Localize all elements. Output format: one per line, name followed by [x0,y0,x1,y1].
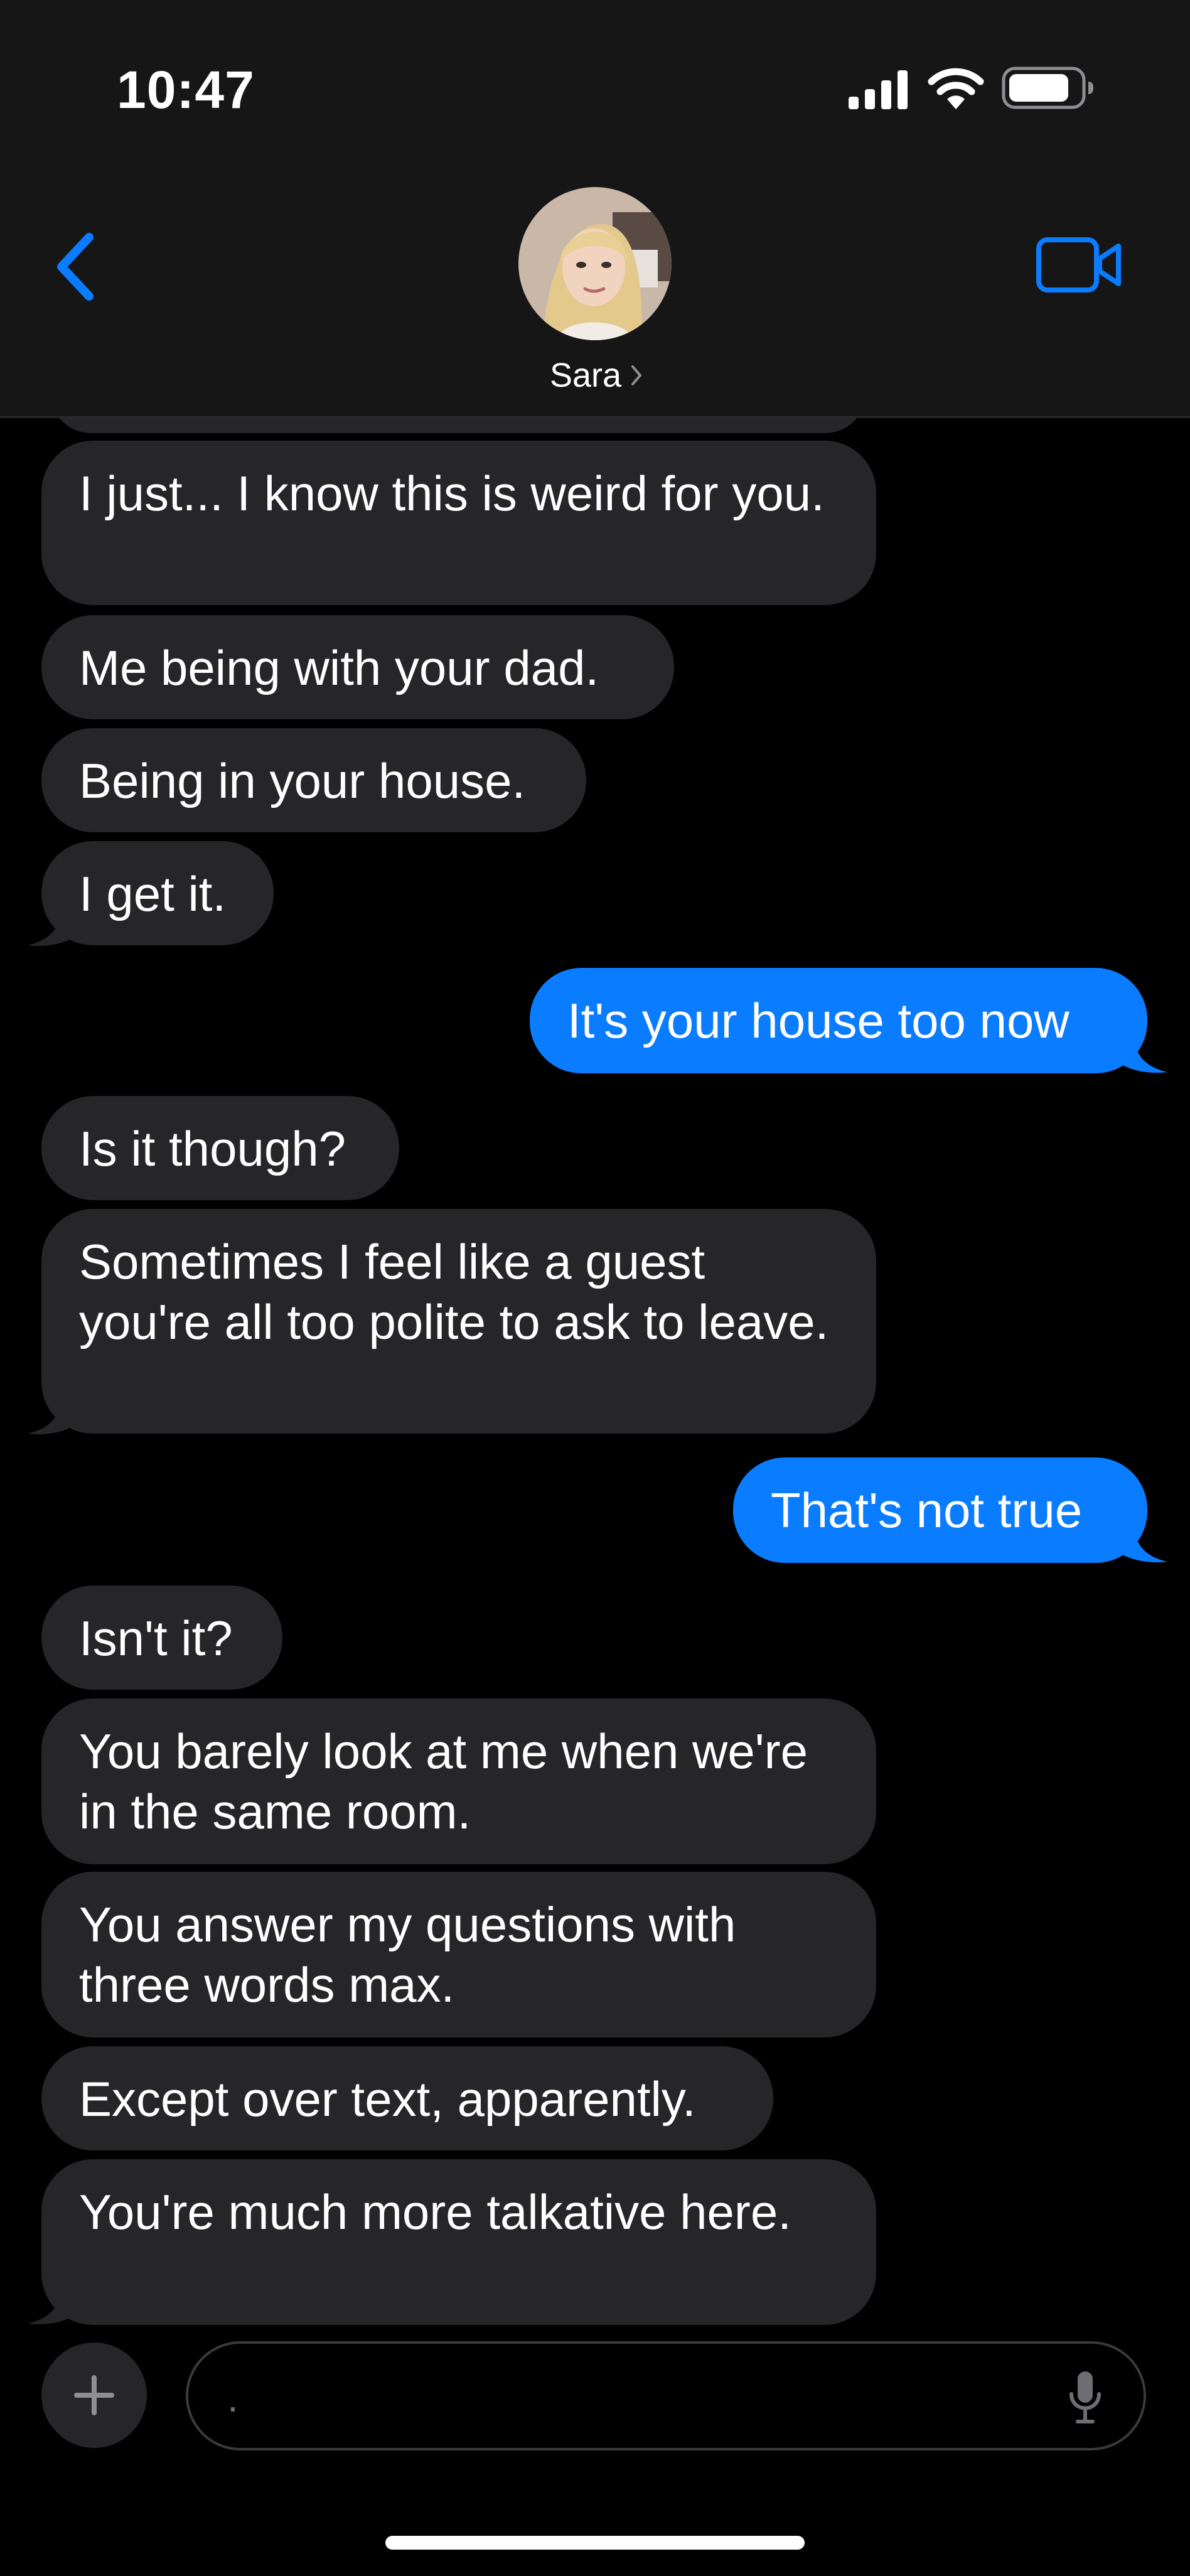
message-input-field[interactable] [186,2341,1146,2450]
microphone-icon [1069,2371,1101,2423]
wifi-icon [928,68,984,109]
message-bubble-incoming[interactable]: You barely look at me when we're in the … [41,1699,876,1864]
message-text: Isn't it? [79,1611,233,1666]
dictation-button[interactable] [1051,2363,1120,2432]
message-text: Is it though? [79,1121,346,1176]
message-text: I just... I know this is weird for you. [79,466,825,521]
contact-name-button[interactable]: Sara [502,352,690,399]
message-text: Me being with your dad. [79,640,599,695]
message-bubble-incoming[interactable]: You're much more talkative here. [41,2159,876,2325]
bubble-tail [28,2282,79,2325]
back-button[interactable] [41,226,110,308]
message-bubble-outgoing[interactable]: It's your house too now [530,968,1147,1073]
message-bubble-incoming[interactable]: Being in your house. [41,728,586,832]
message-text: You're much more talkative here. [79,2184,791,2240]
bubble-tail [1116,1031,1167,1073]
message-bubble-incoming[interactable]: I just... I know this is weird for you. [41,441,876,605]
bubble-tail [28,1392,79,1435]
plus-icon [74,2375,114,2415]
conversation-header: 10:47 Sara [0,0,1190,418]
message-bubble-incoming[interactable]: Sometimes I feel like a guest you're all… [41,1209,876,1434]
video-camera-icon [1036,237,1121,292]
message-bubble-incoming[interactable]: You answer my questions with three words… [41,1872,876,2037]
message-text: That's not true [771,1483,1083,1538]
status-time: 10:47 [117,60,255,119]
video-call-button[interactable] [1029,227,1130,303]
message-bubble-incoming[interactable]: Except over text, apparently. [41,2046,773,2150]
message-text: Sometimes I feel like a guest you're all… [79,1234,829,1350]
contact-avatar[interactable] [518,187,672,340]
avatar-image [518,187,672,340]
chevron-left-icon [57,233,94,301]
message-bubble-outgoing[interactable]: That's not true [733,1457,1147,1563]
battery-icon [1002,67,1093,109]
message-text: You barely look at me when we're in the … [79,1724,808,1839]
message-bubble-incoming[interactable]: Me being with your dad. [41,615,674,719]
bubble-tail [28,904,79,947]
message-text: I get it. [79,866,227,921]
contact-name: Sara [549,357,622,394]
bubble-tail [1116,1520,1167,1563]
message-text: Except over text, apparently. [79,2071,696,2127]
message-input[interactable] [226,2363,1032,2433]
message-bubble-incoming[interactable]: Is it though? [41,1096,399,1200]
chevron-right-icon [631,365,642,385]
message-text: Being in your house. [79,753,526,808]
status-icons [847,64,1098,114]
add-attachment-button[interactable] [41,2343,147,2448]
cellular-signal-icon [849,70,908,109]
home-indicator[interactable] [385,2536,805,2550]
message-bubble-incoming[interactable]: Isn't it? [41,1586,282,1690]
message-text: You answer my questions with three words… [79,1897,736,2012]
message-text: It's your house too now [567,993,1069,1048]
